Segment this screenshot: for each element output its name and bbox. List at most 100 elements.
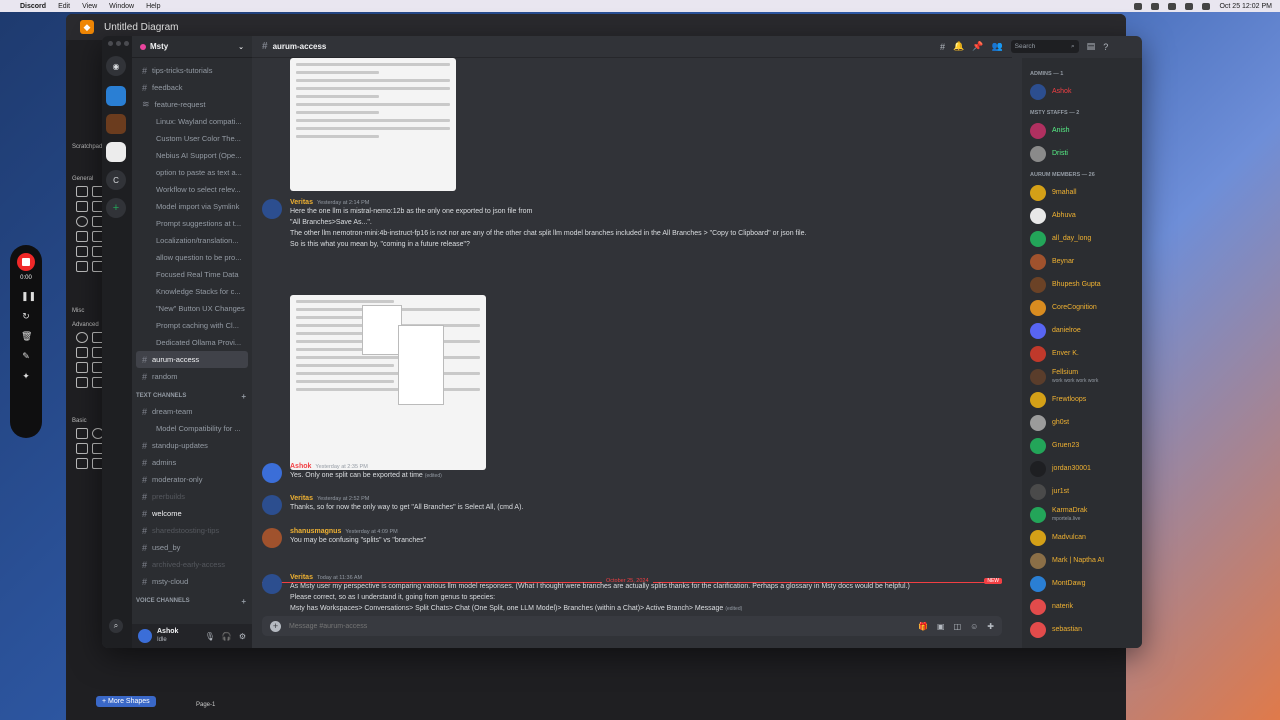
info-shape[interactable] [76, 362, 88, 373]
member-item[interactable]: CoreCognition [1022, 296, 1142, 319]
thread-item[interactable]: Focused Real Time Data [136, 266, 248, 283]
chat-message[interactable]: shanusmagnus Yesterday at 4:09 PM You may … [262, 528, 1002, 548]
thread-item[interactable]: Prompt caching with Cl... [136, 317, 248, 334]
member-item[interactable]: Abhuva [1022, 204, 1142, 227]
channel-item[interactable]: # admins [136, 454, 248, 471]
channel-item[interactable]: # used_by [136, 539, 248, 556]
member-item[interactable]: Frewtloops [1022, 388, 1142, 411]
ellipse-shape[interactable] [76, 216, 88, 227]
circle-shape[interactable] [76, 332, 88, 343]
thread-item[interactable]: Dedicated Ollama Provi... [136, 334, 248, 351]
chat-message[interactable]: Veritas Yesterday at 2:52 PM Thanks, so fo… [262, 495, 1002, 515]
pause-icon[interactable]: ❚❚ [21, 291, 36, 301]
avatar[interactable] [138, 629, 152, 643]
pen-icon[interactable]: ✎ [21, 351, 31, 361]
thread-item[interactable]: Nebius AI Support (Ope... [136, 147, 248, 164]
menubar-item-view[interactable]: View [82, 3, 97, 10]
search-box[interactable]: Search ⌕ [1010, 40, 1079, 53]
member-item[interactable]: danielroe [1022, 319, 1142, 342]
gif-icon[interactable]: ▣ [937, 622, 945, 631]
member-item[interactable]: Gruen23 [1022, 434, 1142, 457]
menubar-item-window[interactable]: Window [109, 3, 134, 10]
rectangle-shape[interactable] [76, 186, 88, 197]
channel-item[interactable]: # tips-tricks-tutorials [136, 62, 248, 79]
thread-item[interactable]: Localization/translation... [136, 232, 248, 249]
server-icon[interactable] [106, 86, 126, 106]
channel-item[interactable]: # msty-cloud [136, 573, 248, 590]
message-author[interactable]: Veritas [290, 574, 313, 581]
channel-item[interactable]: # sharedstoosting-tips [136, 522, 248, 539]
rect-shape[interactable] [76, 428, 88, 439]
message-author[interactable]: Veritas [290, 199, 313, 206]
channel-item[interactable]: ≋ feature-request [136, 96, 248, 113]
avatar[interactable] [262, 528, 282, 548]
bell-icon[interactable]: 🔔 [953, 41, 964, 52]
member-item[interactable]: Enver K. [1022, 342, 1142, 365]
card-shape[interactable] [76, 261, 88, 272]
avatar[interactable] [262, 199, 282, 219]
message-input[interactable] [289, 622, 911, 630]
channel-item[interactable]: # welcome [136, 505, 248, 522]
discover-icon[interactable]: ⌕ [109, 619, 123, 633]
table-shape[interactable] [76, 231, 88, 242]
channel-item[interactable]: # dream-team [136, 403, 248, 420]
sparkle-icon[interactable]: ✦ [21, 371, 31, 381]
member-item[interactable]: Madvulcan [1022, 526, 1142, 549]
gear-icon[interactable]: ⚙ [239, 632, 246, 641]
emoji-icon[interactable]: ☺ [970, 622, 978, 631]
server-c-icon[interactable]: C [106, 170, 126, 190]
server-header[interactable]: Msty ⌄ [132, 36, 252, 58]
member-item[interactable]: KarmaDrak mportela.live [1022, 503, 1142, 526]
message-author[interactable]: Ashok [290, 463, 311, 470]
add-channel-icon[interactable]: + [241, 597, 246, 606]
msty-server-icon[interactable] [106, 142, 126, 162]
user-name-block[interactable]: Ashok Idle [157, 628, 178, 644]
more-shapes-button[interactable]: + More Shapes [96, 696, 156, 707]
arrow-shape[interactable] [76, 347, 88, 358]
chat-message[interactable]: Veritas Today at 11:36 AM As Msty user my … [262, 574, 1002, 615]
close-window-button[interactable] [108, 41, 113, 46]
trash-icon[interactable]: 🗑 [21, 331, 32, 341]
battery-icon[interactable] [1185, 2, 1194, 10]
thread-item[interactable]: allow question to be pro... [136, 249, 248, 266]
category-voice-channels[interactable]: VOICE CHANNELS + [132, 594, 252, 608]
channel-item[interactable]: # aurum-access [136, 351, 248, 368]
menubar-app-name[interactable]: Discord [20, 3, 46, 10]
thread-item[interactable]: "New" Button UX Changes [136, 300, 248, 317]
square-shape[interactable] [76, 201, 88, 212]
member-item[interactable]: Beynar [1022, 250, 1142, 273]
menubar-item-edit[interactable]: Edit [58, 3, 70, 10]
add-channel-icon[interactable]: + [241, 392, 246, 401]
sticker-icon[interactable]: ◫ [954, 622, 962, 631]
message-author[interactable]: Veritas [290, 495, 313, 502]
message-author[interactable]: shanusmagnus [290, 528, 341, 535]
channel-item[interactable]: # random [136, 368, 248, 385]
minimize-window-button[interactable] [116, 41, 121, 46]
channel-item[interactable]: # prerbuilds [136, 488, 248, 505]
help-icon[interactable]: ? [1103, 42, 1108, 52]
microphone-icon[interactable]: 🎙 [205, 632, 215, 641]
avatar[interactable] [262, 495, 282, 515]
thread-item[interactable]: option to paste as text a... [136, 164, 248, 181]
spotlight-icon[interactable] [1202, 2, 1211, 10]
image-attachment[interactable] [290, 58, 456, 191]
server-icon[interactable] [106, 114, 126, 134]
member-item[interactable]: MontDawg [1022, 572, 1142, 595]
member-item[interactable]: Bhupesh Gupta [1022, 273, 1142, 296]
member-item[interactable]: Dristi [1022, 142, 1142, 165]
add-server-icon[interactable]: + [106, 198, 126, 218]
triangle-shape[interactable] [76, 458, 88, 469]
member-item[interactable]: all_day_long [1022, 227, 1142, 250]
channel-item[interactable]: # feedback [136, 79, 248, 96]
channel-item[interactable]: # standup-updates [136, 437, 248, 454]
thread-item[interactable]: Model import via Symlink [136, 198, 248, 215]
channel-item[interactable]: # moderator-only [136, 471, 248, 488]
stop-recording-button[interactable] [17, 253, 35, 271]
thread-item[interactable]: Linux: Wayland compati... [136, 113, 248, 130]
star-shape[interactable] [76, 443, 88, 454]
doc-shape[interactable] [76, 246, 88, 257]
member-item[interactable]: Fellsium work work work work [1022, 365, 1142, 388]
avatar[interactable] [262, 463, 282, 483]
thread-item[interactable]: Model Compatibility for ... [136, 420, 248, 437]
gift-icon[interactable]: 🎁 [918, 622, 928, 631]
